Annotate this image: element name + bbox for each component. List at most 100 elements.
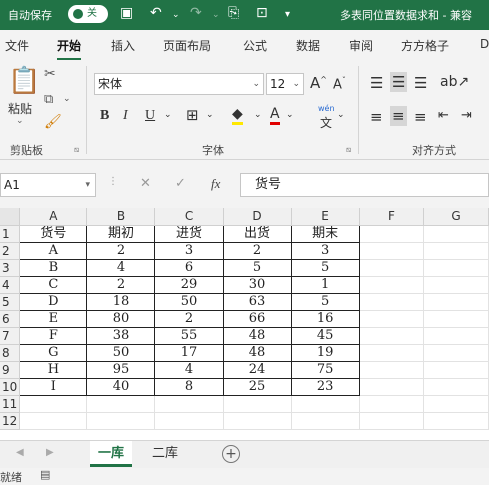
select-all-corner[interactable] — [0, 208, 21, 226]
sheet-tab-2[interactable]: 二库 — [144, 441, 186, 467]
paste-dropdown-icon[interactable]: ⌄ — [16, 116, 24, 126]
phonetic-guide-icon[interactable]: 文 — [320, 114, 332, 131]
tab-formulas[interactable]: 公式 — [243, 37, 267, 54]
cell[interactable] — [423, 327, 489, 345]
grow-font-button[interactable]: A^ — [310, 74, 327, 92]
cell[interactable] — [423, 378, 489, 396]
italic-button[interactable]: I — [123, 108, 128, 124]
row-header[interactable]: 8 — [0, 344, 21, 362]
cell[interactable] — [359, 361, 425, 379]
column-header[interactable]: D — [223, 208, 292, 226]
underline-button[interactable]: U — [145, 108, 155, 124]
cell[interactable]: 38 — [86, 326, 156, 345]
autosave-toggle[interactable]: 关 — [68, 5, 108, 23]
cancel-icon[interactable]: ✕ — [140, 176, 151, 191]
column-header[interactable]: A — [19, 208, 88, 226]
cell[interactable]: 50 — [154, 292, 224, 311]
cell[interactable] — [86, 412, 156, 430]
cell[interactable]: 55 — [154, 326, 224, 345]
row-header[interactable]: 10 — [0, 378, 21, 396]
undo-icon[interactable]: ↶ — [150, 5, 162, 21]
row-header[interactable]: 1 — [0, 225, 21, 243]
cell[interactable]: 18 — [86, 292, 156, 311]
paste-icon[interactable]: 📋 — [8, 66, 40, 96]
cell[interactable]: 29 — [154, 275, 224, 294]
row-header[interactable]: 5 — [0, 293, 21, 311]
undo-dropdown-icon[interactable]: ⌄ — [172, 10, 180, 20]
cell[interactable] — [359, 259, 425, 277]
save-icon[interactable]: ▣ — [120, 5, 133, 21]
cell[interactable] — [359, 242, 425, 260]
copy-icon[interactable]: ⧉ — [44, 92, 53, 107]
cell[interactable]: D — [19, 292, 88, 311]
header-cell[interactable]: 进货 — [154, 224, 224, 243]
shrink-font-button[interactable]: Aˇ — [333, 76, 346, 92]
cell[interactable] — [423, 310, 489, 328]
cell[interactable]: B — [19, 258, 88, 277]
worksheet-grid[interactable]: A B C D E F G 1 货号 期初 进货 出货 期末 2 A 2 3 2 3 3 B 4 6 5 5 4 C 2… — [0, 208, 489, 440]
header-cell[interactable]: 货号 — [19, 224, 88, 243]
cell[interactable] — [291, 395, 360, 413]
cell[interactable]: A — [19, 241, 88, 260]
align-middle-icon[interactable]: ☰ — [390, 72, 408, 92]
cell[interactable]: 2 — [86, 241, 156, 260]
row-header[interactable]: 12 — [0, 412, 21, 430]
phonetic-guide-pinyin[interactable]: wén — [318, 104, 335, 113]
cell[interactable]: 24 — [222, 360, 292, 379]
cell[interactable] — [359, 327, 425, 345]
paste-label[interactable]: 粘贴 — [8, 100, 32, 117]
cell[interactable] — [423, 259, 489, 277]
scroll-right-icon[interactable]: ▶ — [46, 447, 54, 458]
cell[interactable]: 25 — [222, 377, 292, 396]
cell[interactable] — [359, 293, 425, 311]
align-left-icon[interactable]: ≡ — [370, 108, 383, 126]
cell[interactable]: 2 — [154, 309, 224, 328]
cell[interactable] — [423, 225, 489, 243]
cell[interactable]: I — [19, 377, 88, 396]
cell[interactable] — [359, 310, 425, 328]
macro-record-icon[interactable]: ▤ — [40, 468, 50, 481]
header-cell[interactable]: 期末 — [290, 224, 360, 243]
font-name-combo[interactable]: 宋体 ⌄ — [94, 73, 264, 95]
cell[interactable] — [19, 412, 88, 430]
tab-insert[interactable]: 插入 — [111, 37, 135, 54]
column-header[interactable]: G — [423, 208, 489, 226]
column-header[interactable]: C — [154, 208, 224, 226]
fill-color-icon[interactable]: ◆ — [232, 106, 243, 125]
cell[interactable]: 48 — [222, 326, 292, 345]
cell[interactable]: 5 — [290, 258, 360, 277]
column-header[interactable]: E — [291, 208, 360, 226]
cell[interactable] — [154, 412, 224, 430]
add-sheet-button[interactable]: + — [222, 445, 240, 463]
align-bottom-icon[interactable]: ☰ — [414, 74, 427, 92]
tab-page-layout[interactable]: 页面布局 — [163, 37, 211, 54]
cell[interactable] — [359, 225, 425, 243]
cell[interactable]: 66 — [222, 309, 292, 328]
quick-access-text-icon[interactable]: ⊡ — [256, 5, 268, 21]
sheet-tab-1[interactable]: 一库 — [90, 441, 133, 467]
cell[interactable]: 3 — [154, 241, 224, 260]
cell[interactable]: 40 — [86, 377, 156, 396]
enter-icon[interactable]: ✓ — [175, 176, 186, 191]
cell[interactable]: 95 — [86, 360, 156, 379]
underline-dropdown-icon[interactable]: ⌄ — [164, 110, 172, 120]
cell[interactable]: 3 — [290, 241, 360, 260]
align-center-icon[interactable]: ≡ — [390, 106, 407, 126]
tab-file[interactable]: 文件 — [5, 37, 29, 54]
phonetic-dropdown-icon[interactable]: ⌄ — [337, 110, 345, 120]
row-header[interactable]: 3 — [0, 259, 21, 277]
column-header[interactable]: B — [86, 208, 156, 226]
font-color-dropdown-icon[interactable]: ⌄ — [286, 110, 294, 120]
cell[interactable]: 19 — [290, 343, 360, 362]
cell[interactable]: 5 — [222, 258, 292, 277]
row-header[interactable]: 11 — [0, 395, 21, 413]
cell[interactable] — [19, 395, 88, 413]
cell[interactable]: 63 — [222, 292, 292, 311]
cell[interactable]: 5 — [290, 292, 360, 311]
row-header[interactable]: 7 — [0, 327, 21, 345]
font-launcher-icon[interactable]: ⧅ — [346, 145, 351, 155]
row-header[interactable]: 4 — [0, 276, 21, 294]
cell[interactable]: 45 — [290, 326, 360, 345]
cell[interactable] — [223, 395, 292, 413]
cell[interactable]: 1 — [290, 275, 360, 294]
